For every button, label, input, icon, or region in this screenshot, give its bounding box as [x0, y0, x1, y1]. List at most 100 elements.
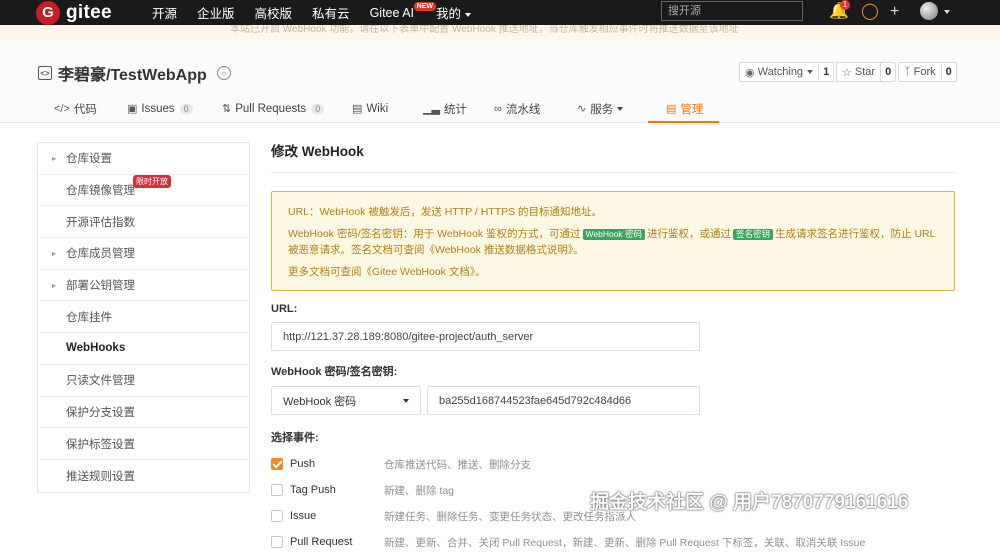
sidebar-item-label: 开源评估指数	[66, 216, 135, 229]
bar-chart-icon: ▁▃	[423, 103, 440, 115]
lightbulb-icon[interactable]: ◯	[861, 2, 879, 22]
star-button[interactable]: ☆ Star 0	[836, 62, 897, 82]
event-name: Pull Request	[290, 536, 353, 548]
code-icon: </>	[54, 102, 70, 115]
issues-icon: ▣	[127, 103, 138, 115]
sidebar-item-readonly-files[interactable]: 只读文件管理	[38, 365, 249, 397]
sidebar-item-deploy-keys[interactable]: ▸ 部署公钥管理	[38, 270, 249, 302]
sidebar-item-repo-settings[interactable]: ▸ 仓库设置	[38, 143, 249, 175]
tab-label: Pull Requests	[235, 102, 307, 115]
user-avatar[interactable]	[920, 2, 938, 20]
announcement-banner: 本站已开启 WebHook 功能，请在以下表单中配置 WebHook 推送地址，…	[0, 25, 1000, 41]
sidebar-item-mirror[interactable]: 仓库镜像管理 限时开放	[38, 174, 249, 207]
watch-button-body[interactable]: ◉ Watching 1	[739, 62, 835, 82]
notice-text: 进行鉴权，或通过	[647, 228, 732, 240]
sidebar-item-evaluation[interactable]: 开源评估指数	[38, 206, 249, 239]
url-input[interactable]	[271, 322, 700, 351]
event-name: Issue	[290, 510, 317, 522]
sidebar-item-label: 只读文件管理	[66, 375, 135, 388]
tab-pipeline[interactable]: ∞ 流水线	[494, 94, 540, 123]
fork-count[interactable]: 0	[940, 63, 956, 81]
sidebar-item-label: 仓库设置	[66, 153, 112, 166]
star-count[interactable]: 0	[880, 63, 895, 81]
chevron-down-icon[interactable]	[944, 10, 950, 14]
sidebar-item-protected-tags[interactable]: 保护标签设置	[38, 428, 249, 460]
settings-sidebar: ▸ 仓库设置 仓库镜像管理 限时开放 开源评估指数 ▸ 仓库成员管理 ▸ 部署公钥管理 …	[37, 142, 250, 493]
chevron-down-icon	[617, 106, 624, 111]
event-pull-request[interactable]: Pull Request 新建、更新、合并、关闭 Pull Request，新建…	[271, 529, 956, 555]
plus-icon[interactable]: +	[890, 2, 899, 22]
chevron-right-icon: ▸	[52, 153, 57, 163]
search-input[interactable]	[661, 1, 803, 21]
notice-line-url: URL：WebHook 被触发后，发送 HTTP / HTTPS 的目标通知地址…	[288, 206, 603, 218]
nav-link-opensource[interactable]: 开源	[152, 3, 177, 22]
fork-button-body[interactable]: ᛉ Fork 0	[898, 62, 957, 82]
nav-link-enterprise[interactable]: 企业版	[197, 3, 235, 22]
tab-statistics[interactable]: ▁▃ 统计	[423, 94, 467, 123]
tab-label: 统计	[443, 103, 467, 116]
sidebar-item-label: 保护标签设置	[66, 438, 135, 451]
active-tab-indicator	[648, 121, 719, 123]
fork-icon: ᛉ	[904, 66, 911, 78]
pipeline-icon: ∞	[494, 102, 502, 115]
chevron-down-icon	[807, 70, 814, 74]
watch-text: Watching	[757, 66, 804, 78]
secret-input[interactable]: ba255d168744523fae645d792c484d66	[427, 386, 700, 415]
fork-button[interactable]: ᛉ Fork 0	[898, 62, 957, 82]
tab-label: Issues	[141, 102, 175, 115]
tab-label: 代码	[73, 103, 97, 116]
repo-title: <> 李碧豪/TestWebApp ○	[38, 61, 231, 85]
repo-tabs: </> 代码 ▣ Issues 0 ⇅ Pull Requests 0 ▤ Wiki ▁▃ 统…	[0, 94, 1000, 123]
tab-manage[interactable]: ▤ 管理	[666, 94, 703, 123]
event-checkbox[interactable]	[271, 484, 283, 496]
webhook-notice: URL：WebHook 被触发后，发送 HTTP / HTTPS 的目标通知地址…	[271, 191, 955, 291]
star-text: Star	[854, 66, 876, 78]
sidebar-item-widgets[interactable]: 仓库挂件	[38, 301, 249, 334]
event-checkbox[interactable]	[271, 510, 283, 522]
sidebar-item-push-rules[interactable]: 推送规则设置	[38, 460, 249, 492]
tab-count: 0	[311, 103, 325, 114]
tab-pull-requests[interactable]: ⇅ Pull Requests 0	[222, 94, 325, 123]
pulse-icon: ∿	[577, 103, 587, 115]
sidebar-item-label: 推送规则设置	[66, 470, 135, 483]
notice-line-secret: WebHook 密码/签名密钥：用于 WebHook 鉴权的方式，可通过 WebH…	[288, 226, 938, 258]
nav-link-mine[interactable]: 我的	[436, 3, 472, 22]
tab-wiki[interactable]: ▤ Wiki	[352, 94, 388, 123]
eye-icon: ◉	[745, 66, 755, 79]
tab-issues[interactable]: ▣ Issues 0	[127, 94, 193, 123]
watch-button[interactable]: ◉ Watching 1	[739, 62, 835, 82]
secret-row: WebHook 密码 ba255d168744523fae645d792c484…	[271, 386, 956, 415]
sidebar-item-members[interactable]: ▸ 仓库成员管理	[38, 238, 249, 270]
event-description: 新建、删除 tag	[384, 484, 455, 497]
repo-name[interactable]: 李碧豪/TestWebApp	[58, 61, 207, 85]
event-checkbox[interactable]	[271, 536, 283, 548]
tab-count: 0	[179, 103, 193, 114]
tab-code[interactable]: </> 代码	[54, 94, 97, 123]
sidebar-item-protected-branches[interactable]: 保护分支设置	[38, 397, 249, 429]
top-navbar: G gitee 开源 企业版 高校版 私有云 Gitee AI NEW 我的 🔔…	[0, 0, 1000, 25]
limited-badge: 限时开放	[133, 174, 171, 188]
repo-verify-icon[interactable]: ○	[216, 66, 231, 80]
tab-label: Wiki	[366, 102, 389, 115]
sidebar-item-label: WebHooks	[66, 342, 126, 355]
sidebar-item-label: 仓库镜像管理	[66, 185, 135, 198]
event-checkbox[interactable]	[271, 458, 283, 470]
secret-type-select[interactable]: WebHook 密码	[271, 386, 421, 415]
gitee-webhook-doc-link[interactable]: 《Gitee WebHook 文档》	[362, 266, 476, 278]
sidebar-item-webhooks[interactable]: WebHooks	[38, 333, 249, 365]
webhook-format-doc-link[interactable]: 《WebHook 推送数据格式说明》	[425, 244, 574, 256]
gitee-logo[interactable]: G gitee	[36, 0, 112, 25]
star-label: ☆ Star	[837, 63, 880, 81]
book-icon: ▤	[352, 103, 363, 115]
nav-link-education[interactable]: 高校版	[255, 3, 293, 22]
new-badge: NEW	[413, 1, 437, 11]
signing-key-tag: 签名密钥	[733, 229, 774, 240]
nav-link-private-cloud[interactable]: 私有云	[312, 3, 350, 22]
star-button-body[interactable]: ☆ Star 0	[836, 62, 897, 82]
event-name: Push	[290, 458, 316, 470]
tab-services[interactable]: ∿ 服务	[577, 94, 624, 123]
sidebar-item-label: 仓库挂件	[66, 311, 112, 324]
event-push[interactable]: Push 仓库推送代码、推送、删除分支	[271, 451, 956, 477]
nav-link-gitee-ai[interactable]: Gitee AI NEW	[370, 1, 437, 20]
watch-count[interactable]: 1	[818, 63, 833, 81]
